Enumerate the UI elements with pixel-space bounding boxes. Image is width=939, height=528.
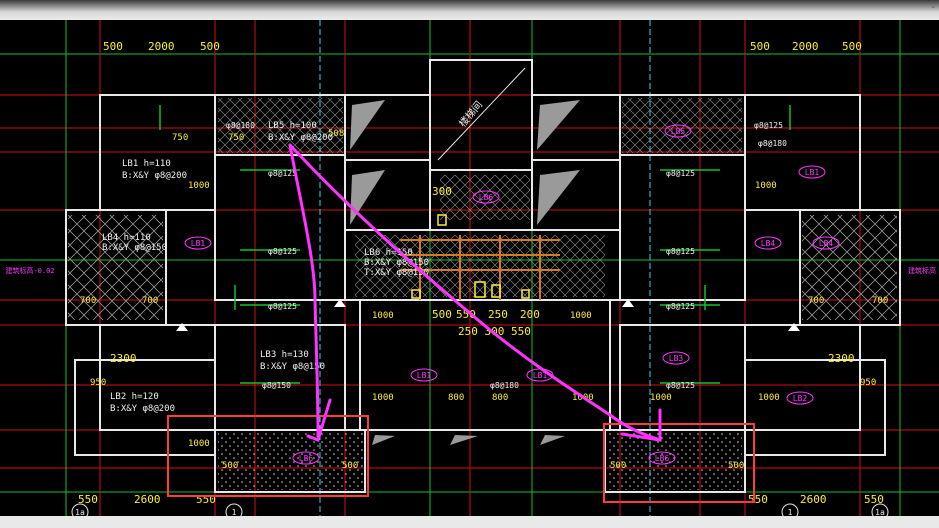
- dim-misc-2: 750: [228, 133, 244, 143]
- note-lb1-1: LB1 h=110: [122, 159, 171, 169]
- dim-top-left-3: 500: [200, 40, 220, 53]
- dim-misc-23: 1000: [758, 393, 780, 403]
- dim-left-room: 2300: [110, 352, 137, 365]
- side-note-left: 建筑标高-0.02: [5, 266, 54, 275]
- rebar-8: φ8@150: [262, 381, 291, 390]
- dim-misc-18: 500: [222, 461, 238, 471]
- dim-bottom-left-3: 550: [196, 493, 216, 506]
- dim-top-right-2: 2000: [792, 40, 819, 53]
- dim-top-left-2: 2000: [148, 40, 175, 53]
- tag-lb2: LB2: [793, 394, 808, 403]
- dim-misc-4: 1000: [188, 181, 210, 191]
- side-note-right: 建筑标高: [908, 266, 936, 275]
- dim-top-right-1: 500: [750, 40, 770, 53]
- dim-misc-1: 750: [172, 133, 188, 143]
- axis-label-1a-right: 1a: [875, 508, 885, 516]
- dim-misc-22: 1000: [372, 311, 394, 321]
- dim-misc-16: 700: [808, 296, 824, 306]
- dim-mid-5: 1000: [570, 311, 592, 321]
- tag-lb1-a: LB1: [191, 239, 206, 248]
- window-corner-mark: -: [931, 2, 935, 13]
- dim-misc-17: 700: [872, 296, 888, 306]
- dim-mid-3: 250: [488, 308, 508, 321]
- axis-label-1-left: 1: [232, 508, 237, 516]
- rebar-2: φ8@125: [268, 169, 297, 178]
- axis-label-1a-left: 1a: [75, 508, 85, 516]
- dim-mid-under: 250 300 550: [458, 325, 531, 338]
- tag-lb6: LB6: [479, 193, 494, 202]
- dim-bottom-right-1: 550: [748, 493, 768, 506]
- rebar-9: φ8@180: [490, 381, 519, 390]
- dim-misc-7: 950: [90, 378, 106, 388]
- dim-misc-6: 300: [432, 185, 452, 198]
- tag-lb6-bl: LB6: [299, 454, 314, 463]
- note-lb5-2: B:X&Y φ8@200: [268, 133, 333, 143]
- dim-misc-19: 500: [342, 461, 358, 471]
- annotation-arrow-left: [288, 143, 320, 438]
- shaft-diagonal: [437, 67, 526, 161]
- tag-lb4-a: LB4: [761, 239, 776, 248]
- dim-misc-21: 500: [728, 461, 744, 471]
- dim-right-room: 2300: [828, 352, 855, 365]
- dim-misc-13: 1000: [188, 439, 210, 449]
- rebar-6: φ8@125: [666, 247, 695, 256]
- dim-mid-1: 500: [432, 308, 452, 321]
- tag-lb6-br: LB6: [655, 454, 670, 463]
- dim-misc-14: 700: [80, 296, 96, 306]
- dim-misc-12: 800: [492, 393, 508, 403]
- rebar-1: φ8@180: [226, 121, 255, 130]
- note-lb3-1: LB3 h=130: [260, 350, 309, 360]
- note-lb5-1: LB5 h=100: [268, 121, 317, 131]
- rebar-12: φ8@180: [758, 139, 787, 148]
- dim-misc-11: 800: [448, 393, 464, 403]
- rebar-5: φ8@125: [666, 169, 695, 178]
- tag-lb1-c: LB1: [417, 371, 432, 380]
- axis-label-1-right: 1: [788, 508, 793, 516]
- rebar-7: φ8@125: [666, 302, 695, 311]
- rebar-3: φ8@125: [268, 247, 297, 256]
- tag-lb3: LB3: [669, 354, 684, 363]
- dim-misc-5: 1000: [755, 181, 777, 191]
- dim-mid-4: 200: [520, 308, 540, 321]
- dim-misc-24: 1000: [650, 393, 672, 403]
- cad-drawing-canvas[interactable]: 500 2000 500 500 2000 500 550 2600 550 5…: [0, 20, 939, 521]
- dim-bottom-right-2: 2600: [800, 493, 827, 506]
- window-top-bar: -: [0, 0, 939, 20]
- note-lb2-1: LB2 h=120: [110, 392, 159, 402]
- tag-lb1-b: LB1: [805, 168, 820, 177]
- floor-plan-svg[interactable]: 500 2000 500 500 2000 500 550 2600 550 5…: [0, 20, 939, 521]
- rebar-10: φ8@125: [666, 381, 695, 390]
- note-lb2-2: B:X&Y φ8@200: [110, 404, 175, 414]
- window-bottom-bar: [0, 516, 939, 528]
- rebar-4: φ8@125: [268, 302, 297, 311]
- note-lb1-2: B:X&Y φ8@200: [122, 171, 187, 181]
- slab-lb6-bottom-right: [607, 433, 742, 490]
- tag-lb5: LB5: [671, 127, 686, 136]
- note-lb6-2: B:X&Y φ8@150: [364, 258, 429, 268]
- dim-top-left-1: 500: [103, 40, 123, 53]
- dim-misc-15: 700: [142, 296, 158, 306]
- dim-bottom-left-2: 2600: [134, 493, 161, 506]
- note-lb4-1: LB4 h=110: [102, 233, 151, 243]
- dim-top-right-3: 500: [842, 40, 862, 53]
- dim-misc-20: 500: [610, 461, 626, 471]
- note-lb4-2: B:X&Y φ8@150: [102, 243, 167, 253]
- rebar-11: φ8@125: [754, 121, 783, 130]
- tag-lb4-b: LB4: [819, 239, 834, 248]
- note-lb3-2: B:X&Y φ8@150: [260, 362, 325, 372]
- dim-misc-8: 950: [860, 378, 876, 388]
- dim-misc-9: 1000: [372, 393, 394, 403]
